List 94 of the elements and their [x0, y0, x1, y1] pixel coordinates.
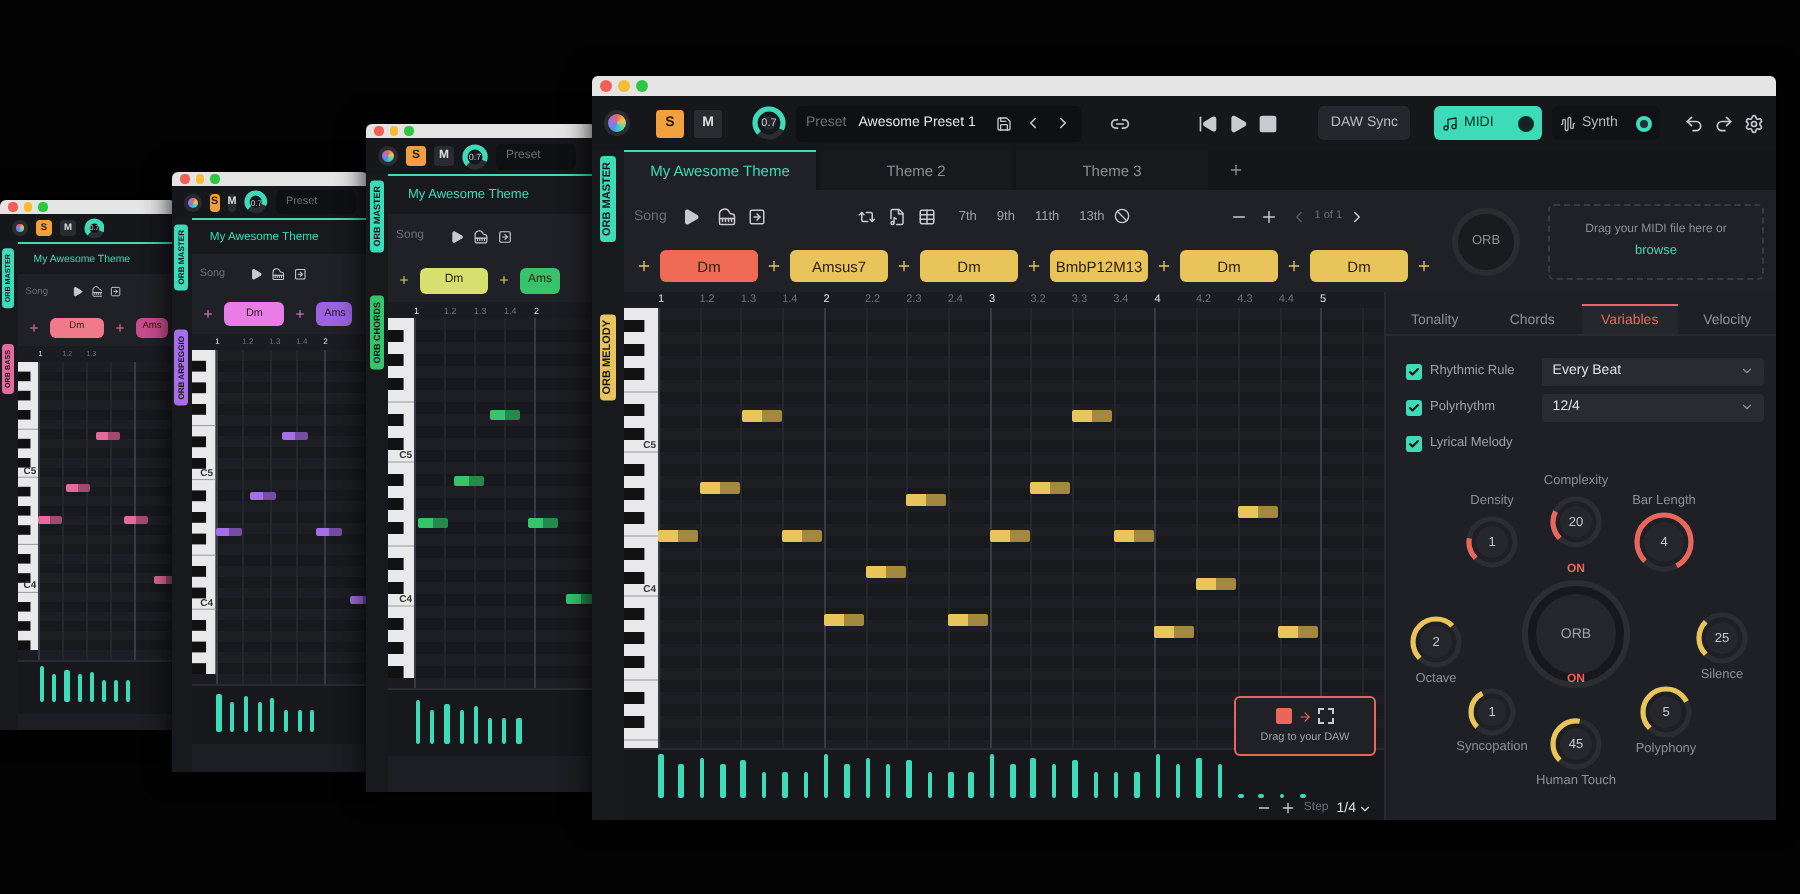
velocity-bar[interactable] — [416, 700, 421, 744]
piano-icon[interactable] — [718, 207, 737, 225]
velocity-bar[interactable] — [216, 693, 222, 733]
table-icon[interactable] — [918, 207, 937, 225]
caret-icon — [1358, 801, 1372, 815]
undo-icon[interactable] — [1684, 113, 1704, 133]
midi-note[interactable] — [249, 491, 277, 501]
midi-note[interactable] — [281, 431, 309, 441]
velocity-bar[interactable] — [699, 758, 705, 798]
previous-icon — [1024, 114, 1042, 132]
play-icon[interactable] — [72, 286, 84, 298]
clip-icon — [1276, 708, 1292, 724]
caret-icon — [1740, 364, 1754, 378]
redo-icon[interactable] — [1714, 113, 1734, 133]
loop-icon[interactable] — [858, 207, 877, 225]
play-icon[interactable] — [450, 229, 465, 243]
export-icon[interactable] — [498, 229, 513, 243]
piano-icon[interactable] — [474, 229, 489, 243]
logo-icon — [378, 146, 398, 166]
checkbox[interactable] — [1406, 435, 1422, 451]
velocity-bar[interactable] — [297, 709, 302, 733]
logo-icon — [604, 110, 630, 136]
logo-icon — [184, 193, 202, 212]
velocity-bar[interactable] — [1093, 772, 1099, 798]
velocity-bar[interactable] — [1238, 793, 1244, 798]
velocity-bar[interactable] — [52, 674, 57, 702]
midi-note[interactable] — [215, 527, 243, 537]
velocity-bar[interactable] — [126, 680, 131, 702]
velocity-bar[interactable] — [473, 706, 478, 744]
velocity-bar[interactable] — [114, 680, 119, 702]
stop-icon[interactable] — [1258, 113, 1278, 133]
plus-icon[interactable] — [1260, 207, 1279, 225]
plus-icon[interactable] — [1279, 800, 1296, 816]
dashed-square-icon — [1318, 708, 1334, 724]
music-note-icon — [1442, 115, 1458, 131]
velocity-bar[interactable] — [823, 754, 829, 798]
velocity-bar[interactable] — [1217, 764, 1223, 798]
velocity-bar[interactable] — [310, 709, 315, 733]
midi-note[interactable] — [38, 515, 63, 524]
velocity-bar[interactable] — [1155, 754, 1161, 798]
velocity-bar[interactable] — [761, 772, 767, 798]
velocity-bar[interactable] — [243, 696, 249, 733]
velocity-bar[interactable] — [1113, 772, 1119, 798]
velocity-bar[interactable] — [283, 709, 289, 733]
waveform-icon — [1560, 115, 1576, 131]
play-icon[interactable] — [682, 207, 701, 225]
export-icon[interactable] — [748, 207, 767, 225]
midi-note[interactable] — [315, 527, 343, 537]
velocity-bar[interactable] — [89, 671, 94, 702]
play-icon[interactable] — [1228, 113, 1248, 133]
piano-icon[interactable] — [91, 286, 103, 298]
clear-icon[interactable] — [1114, 208, 1131, 224]
velocity-bar[interactable] — [459, 710, 464, 744]
close-button[interactable] — [600, 80, 612, 92]
checkbox[interactable] — [1406, 363, 1422, 379]
midi-note[interactable] — [124, 515, 149, 524]
velocity-bar[interactable] — [77, 674, 82, 702]
velocity-bar[interactable] — [989, 754, 995, 798]
velocity-bar[interactable] — [39, 666, 45, 702]
link-icon[interactable] — [1110, 113, 1130, 133]
velocity-bar[interactable] — [487, 718, 493, 744]
velocity-bar[interactable] — [1300, 793, 1306, 798]
midi-note[interactable] — [66, 483, 91, 492]
logo-icon — [12, 220, 28, 237]
midi-note[interactable] — [96, 431, 121, 440]
settings-icon[interactable] — [1744, 113, 1764, 133]
velocity-bar[interactable] — [64, 669, 70, 702]
toggle-icon — [1518, 115, 1534, 131]
velocity-bar[interactable] — [430, 710, 435, 744]
velocity-bar[interactable] — [502, 718, 507, 744]
skip-back-icon[interactable] — [1198, 113, 1218, 133]
play-icon[interactable] — [249, 267, 263, 281]
velocity-bar[interactable] — [927, 772, 933, 798]
next-icon — [1054, 114, 1072, 132]
export-icon[interactable] — [110, 286, 122, 298]
file-music-icon[interactable] — [888, 207, 907, 225]
velocity-bar[interactable] — [1258, 793, 1264, 798]
velocity-bar[interactable] — [230, 702, 235, 733]
velocity-bar[interactable] — [1279, 793, 1285, 798]
save-icon — [996, 115, 1012, 131]
velocity-bar[interactable] — [865, 758, 871, 798]
velocity-bar[interactable] — [885, 764, 891, 798]
export-icon[interactable] — [293, 267, 306, 281]
piano-icon[interactable] — [271, 267, 285, 281]
velocity-bar[interactable] — [101, 680, 107, 702]
velocity-bar[interactable] — [257, 702, 262, 733]
velocity-bar[interactable] — [270, 698, 275, 733]
velocity-bar[interactable] — [1051, 764, 1057, 798]
checkbox[interactable] — [1406, 399, 1422, 415]
arrow-icon — [1298, 709, 1312, 723]
caret-icon — [1740, 400, 1754, 414]
velocity-bar[interactable] — [803, 772, 809, 798]
toggle-icon — [1636, 115, 1652, 131]
velocity-bar[interactable] — [1175, 764, 1181, 798]
